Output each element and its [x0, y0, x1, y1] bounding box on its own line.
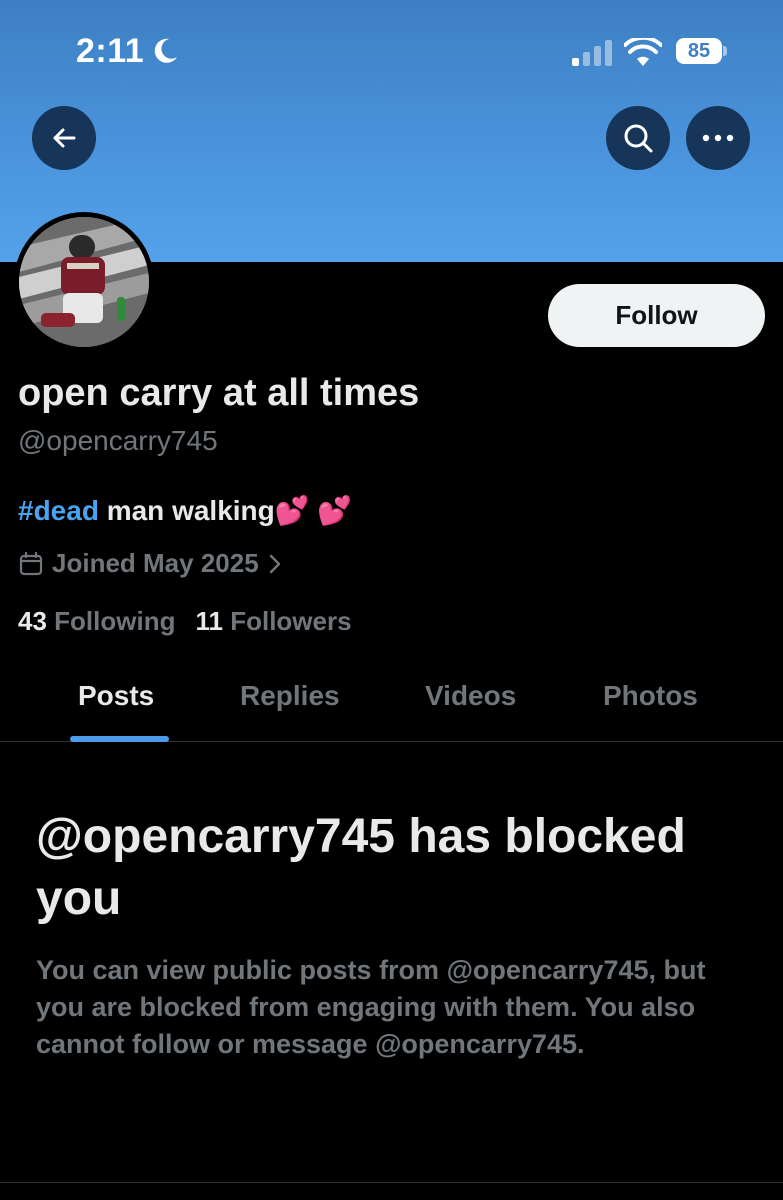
profile-tabs: Posts Replies Videos Photos [0, 660, 783, 742]
following-label: Following [54, 606, 176, 636]
avatar-image [19, 217, 149, 347]
profile-stats: 43 Following 11 Followers [18, 606, 352, 637]
blocked-title: @opencarry745 has blocked you [36, 810, 686, 925]
joined-date[interactable]: Joined May 2025 [18, 548, 283, 579]
follow-button[interactable]: Follow [548, 284, 765, 347]
display-name: open carry at all times [18, 372, 420, 414]
search-button[interactable] [606, 106, 670, 170]
tab-replies[interactable]: Replies [240, 680, 340, 712]
moon-icon [154, 38, 177, 63]
followers-label: Followers [230, 606, 352, 636]
followers-count: 11 [195, 606, 223, 636]
wifi-icon [624, 38, 662, 66]
bio-hashtag[interactable]: #dead [18, 495, 99, 526]
cellular-signal-icon [572, 40, 612, 66]
more-icon [702, 134, 734, 142]
battery-tip [723, 46, 727, 56]
avatar[interactable] [14, 212, 154, 352]
more-button[interactable] [686, 106, 750, 170]
tab-photos[interactable]: Photos [603, 680, 698, 712]
active-tab-indicator [70, 736, 169, 742]
battery-icon: 85 [676, 38, 722, 64]
search-icon [624, 124, 653, 153]
back-arrow-icon [53, 128, 76, 148]
joined-label: Joined May 2025 [52, 548, 259, 578]
followers-link[interactable]: 11 Followers [195, 606, 351, 637]
blocked-message: You can view public posts from @opencarr… [36, 955, 706, 1059]
following-count: 43 [18, 606, 47, 636]
chevron-right-icon [269, 554, 280, 573]
handle: @opencarry745 [18, 425, 218, 456]
following-link[interactable]: 43 Following [18, 606, 175, 637]
avatar-photo [19, 217, 149, 347]
tab-videos[interactable]: Videos [425, 680, 516, 712]
back-button[interactable] [32, 106, 96, 170]
tab-posts[interactable]: Posts [78, 680, 154, 712]
bio-text: man walking💕 💕 [98, 495, 353, 526]
status-time: 2:11 [76, 32, 145, 70]
calendar-icon [19, 551, 43, 575]
bio: #dead man walking💕 💕 [18, 494, 352, 527]
divider [0, 1182, 783, 1183]
